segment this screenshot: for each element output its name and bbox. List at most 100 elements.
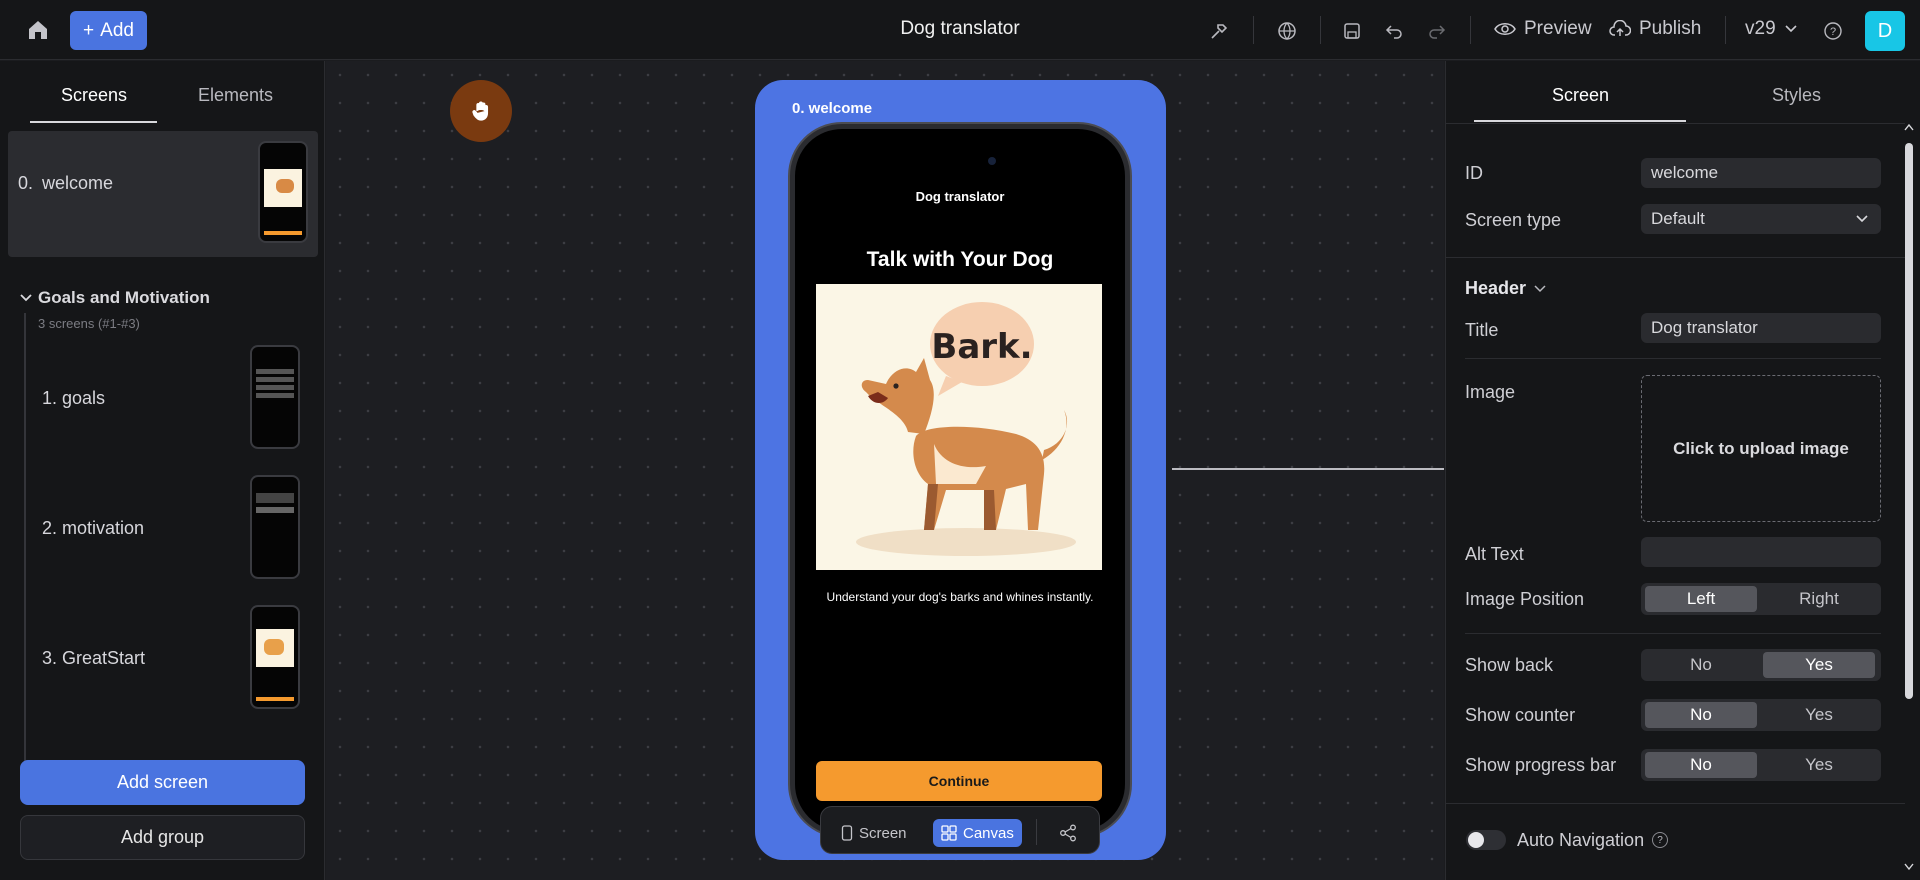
screen-view-label: Screen bbox=[859, 824, 907, 842]
show-counter-yes-option[interactable]: Yes bbox=[1763, 702, 1875, 728]
group-name: Goals and Motivation bbox=[38, 288, 210, 307]
tab-screens[interactable]: Screens bbox=[61, 85, 127, 106]
show-back-no-option[interactable]: No bbox=[1645, 652, 1757, 678]
screen-thumbnail bbox=[258, 141, 308, 243]
image-position-left-option[interactable]: Left bbox=[1645, 586, 1757, 612]
image-position-right-option[interactable]: Right bbox=[1763, 586, 1875, 612]
group-header[interactable]: Goals and Motivation bbox=[20, 288, 210, 308]
svg-text:?: ? bbox=[1830, 26, 1836, 38]
divider bbox=[1465, 633, 1881, 634]
screen-item-greatstart[interactable]: 3. GreatStart bbox=[30, 605, 310, 715]
canvas-view-toolbar: Screen Canvas bbox=[820, 806, 1100, 854]
scrollbar-thumb[interactable] bbox=[1905, 143, 1913, 699]
version-dropdown[interactable]: v29 bbox=[1745, 18, 1798, 40]
phone-icon bbox=[841, 825, 853, 841]
screen-item-welcome[interactable]: 0. welcome bbox=[8, 131, 318, 257]
publish-button[interactable]: Publish bbox=[1609, 18, 1701, 40]
redo-icon[interactable] bbox=[1424, 18, 1450, 44]
active-tab-indicator bbox=[1474, 120, 1686, 122]
eye-icon bbox=[1494, 23, 1516, 35]
screen-thumbnail bbox=[250, 605, 300, 709]
show-counter-no-option[interactable]: No bbox=[1645, 702, 1757, 728]
show-progress-yes-option[interactable]: Yes bbox=[1763, 752, 1875, 778]
switch-knob bbox=[1468, 832, 1484, 848]
alt-text-input[interactable] bbox=[1641, 537, 1881, 567]
phone-camera bbox=[988, 157, 996, 165]
auto-navigation-switch[interactable] bbox=[1466, 830, 1506, 850]
screen-item-goals[interactable]: 1. goals bbox=[30, 345, 310, 455]
screen-thumbnail bbox=[250, 475, 300, 579]
app-title: Dog translator bbox=[900, 18, 1020, 39]
screen-view-button[interactable]: Screen bbox=[833, 819, 915, 847]
hammer-icon[interactable] bbox=[1206, 18, 1232, 44]
add-button[interactable]: + Add bbox=[70, 11, 147, 50]
show-progress-no-option[interactable]: No bbox=[1645, 752, 1757, 778]
chevron-down-icon bbox=[1856, 215, 1868, 223]
id-input[interactable]: welcome bbox=[1641, 158, 1881, 188]
help-icon[interactable]: ? bbox=[1820, 18, 1846, 44]
add-group-button[interactable]: Add group bbox=[20, 815, 305, 860]
toolbar-divider bbox=[1725, 16, 1726, 44]
add-screen-button[interactable]: Add screen bbox=[20, 760, 305, 805]
info-icon[interactable]: ? bbox=[1652, 832, 1668, 848]
show-progress-label: Show progress bar bbox=[1465, 755, 1617, 775]
divider bbox=[1446, 803, 1905, 804]
cloud-upload-icon bbox=[1609, 20, 1631, 36]
scroll-up-icon[interactable] bbox=[1904, 123, 1914, 131]
scroll-down-icon[interactable] bbox=[1904, 863, 1914, 871]
canvas-view-button[interactable]: Canvas bbox=[933, 819, 1022, 847]
chevron-down-icon bbox=[20, 294, 32, 302]
show-counter-toggle: No Yes bbox=[1641, 699, 1881, 731]
image-label: Image bbox=[1465, 382, 1516, 402]
undo-icon[interactable] bbox=[1381, 18, 1407, 44]
header-section-title: Header bbox=[1465, 278, 1527, 298]
canvas-view-label: Canvas bbox=[963, 824, 1014, 842]
screen-name: welcome bbox=[42, 173, 114, 193]
screen-number: 0. bbox=[18, 173, 34, 193]
divider bbox=[1465, 358, 1881, 359]
screen-type-select[interactable]: Default bbox=[1641, 204, 1881, 234]
show-progress-toggle: No Yes bbox=[1641, 749, 1881, 781]
tab-styles[interactable]: Styles bbox=[1772, 85, 1821, 106]
title-label: Title bbox=[1465, 320, 1499, 340]
tab-screen[interactable]: Screen bbox=[1552, 85, 1609, 106]
preview-button[interactable]: Preview bbox=[1494, 18, 1592, 40]
screen-type-value: Default bbox=[1651, 209, 1705, 228]
share-icon[interactable] bbox=[1051, 819, 1085, 847]
header-section-toggle[interactable]: Header bbox=[1465, 278, 1546, 299]
show-counter-label: Show counter bbox=[1465, 705, 1576, 725]
grid-icon bbox=[941, 825, 957, 841]
frame-label: 0. welcome bbox=[792, 100, 873, 117]
tab-elements[interactable]: Elements bbox=[198, 85, 273, 106]
globe-icon[interactable] bbox=[1274, 18, 1300, 44]
screen-number: 1. bbox=[42, 388, 58, 408]
divider bbox=[1446, 123, 1905, 124]
right-panel-scrollbar[interactable] bbox=[1903, 123, 1915, 871]
image-upload-dropzone[interactable]: Click to upload image bbox=[1641, 375, 1881, 522]
title-input[interactable]: Dog translator bbox=[1641, 313, 1881, 343]
show-back-yes-option[interactable]: Yes bbox=[1763, 652, 1875, 678]
toolbar-divider bbox=[1470, 16, 1471, 44]
avatar[interactable]: D bbox=[1865, 11, 1905, 51]
image-position-toggle: Left Right bbox=[1641, 583, 1881, 615]
screen-type-label: Screen type bbox=[1465, 210, 1562, 230]
dog-illustration[interactable]: Bark. bbox=[816, 284, 1102, 570]
home-icon[interactable] bbox=[20, 12, 56, 48]
chevron-down-icon bbox=[1785, 25, 1797, 33]
save-icon[interactable] bbox=[1339, 18, 1365, 44]
group-connector-line bbox=[24, 313, 26, 798]
chevron-down-icon bbox=[1534, 284, 1546, 292]
toolbar-divider bbox=[1036, 819, 1037, 845]
flow-connector bbox=[1172, 468, 1444, 470]
show-back-toggle: No Yes bbox=[1641, 649, 1881, 681]
screen-name: motivation bbox=[62, 518, 145, 538]
top-bar: + Add Dog translator Preview Publish v29… bbox=[0, 0, 1920, 60]
screen-name: GreatStart bbox=[62, 648, 146, 668]
auto-navigation-label: Auto Navigation bbox=[1517, 830, 1645, 850]
screen-item-motivation[interactable]: 2. motivation bbox=[30, 475, 310, 585]
hand-cursor-icon bbox=[450, 80, 512, 142]
continue-button[interactable]: Continue bbox=[816, 761, 1102, 801]
phone-description: Understand your dog's barks and whines i… bbox=[826, 590, 1094, 604]
phone-title: Talk with Your Dog bbox=[866, 248, 1054, 271]
image-position-label: Image Position bbox=[1465, 589, 1585, 609]
